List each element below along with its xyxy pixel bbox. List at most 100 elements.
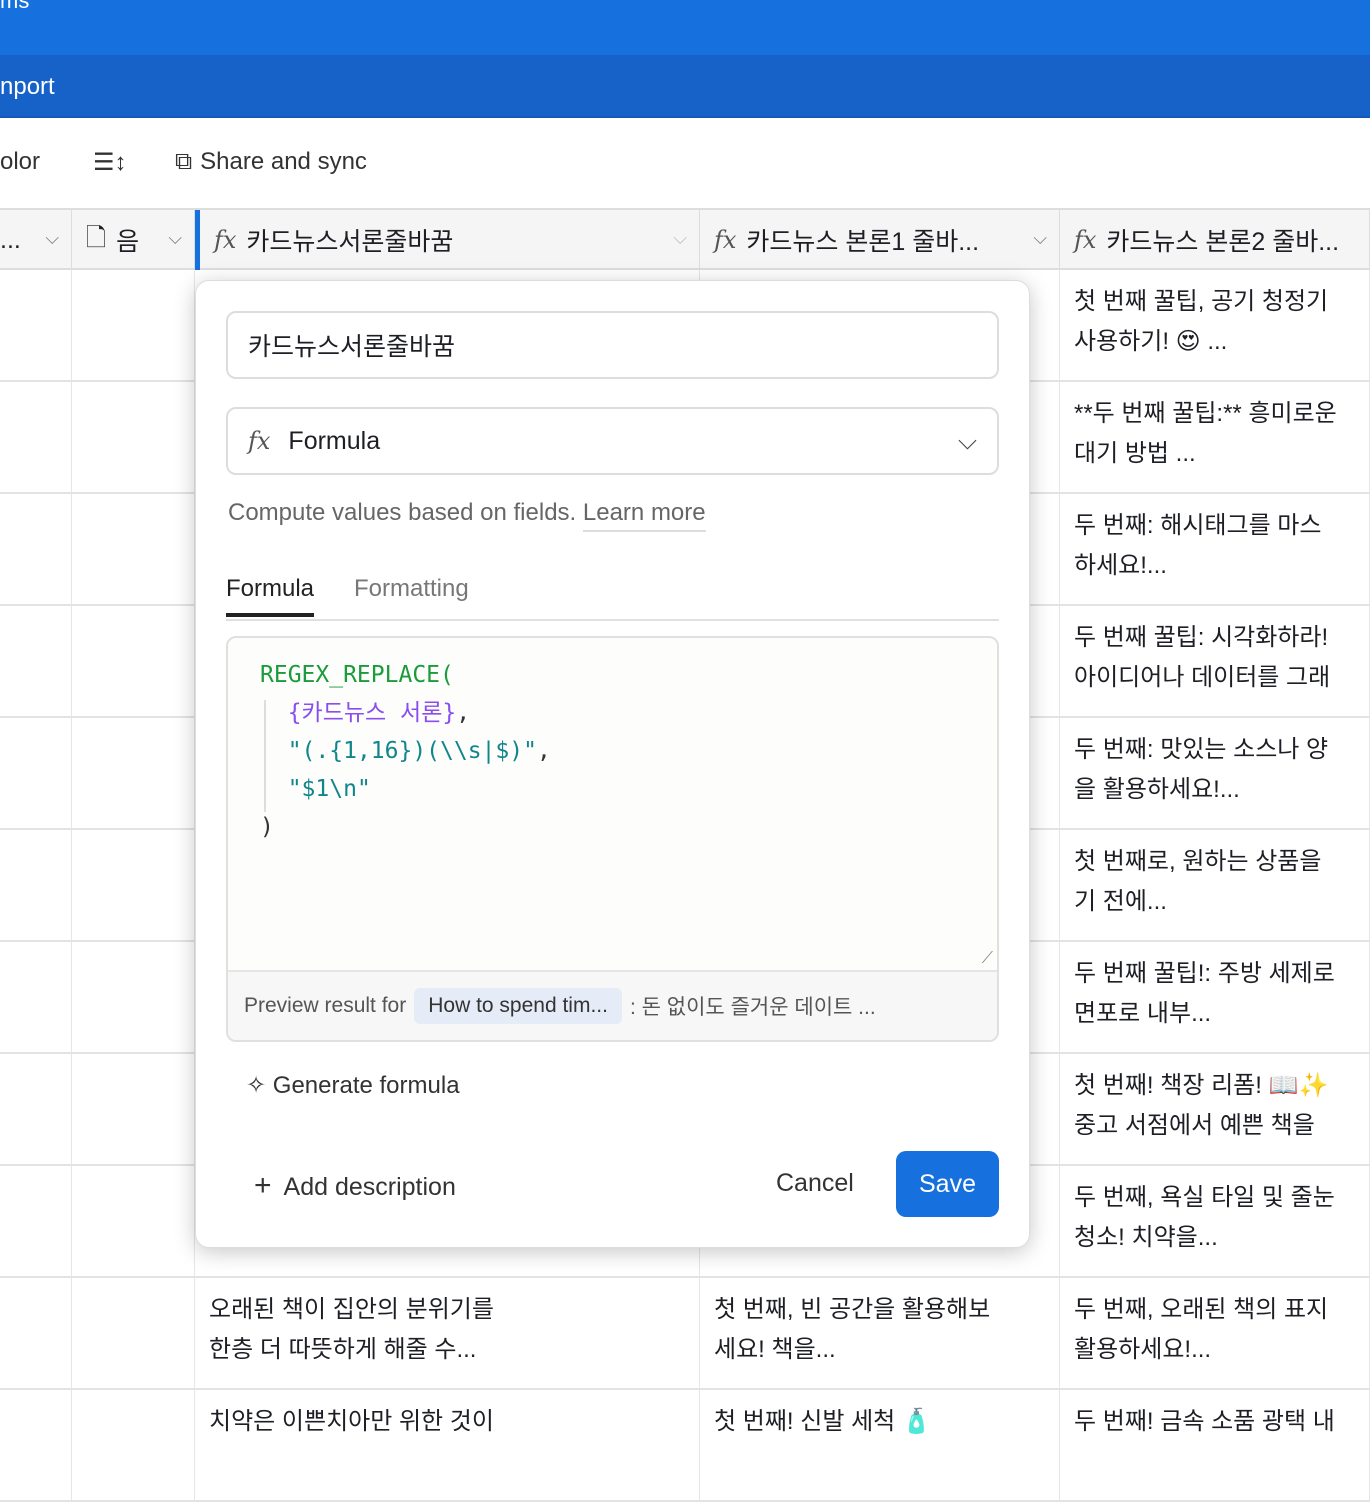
field-name-value: 카드뉴스서론줄바꿈 <box>248 333 456 361</box>
row-height-button[interactable]: ☰↕ <box>93 148 127 177</box>
column-header-1[interactable]: 🗋 음 ⌵ <box>72 210 195 270</box>
table-row[interactable]: 오래된 책이 집안의 분위기를 한층 더 따뜻하게 해줄 수... 첫 번째, 빈… <box>0 1278 1370 1390</box>
table-cell[interactable]: 두 번째: 해시태그를 마스 하세요!... <box>1060 494 1370 604</box>
row-height-icon: ☰↕ <box>93 149 127 176</box>
code-replacement: "$1\n" <box>287 776 371 802</box>
table-cell[interactable] <box>72 270 195 380</box>
table-cell[interactable]: 두 번째, 욕실 타일 및 줄눈 청소! 치약을... <box>1060 1166 1370 1276</box>
header-label: 카드뉴스 본론1 줄바... <box>746 228 980 256</box>
preview-value: : 돈 없이도 즐거운 데이트 ... <box>629 996 876 1019</box>
share-label: Share and sync <box>200 148 367 175</box>
chevron-down-icon[interactable]: ⌵ <box>168 228 182 249</box>
cancel-button[interactable]: Cancel <box>776 1169 854 1198</box>
table-cell[interactable]: 두 번째: 맛있는 소스나 양 을 활용하세요!... <box>1060 718 1370 828</box>
table-cell[interactable] <box>72 494 195 604</box>
table-row[interactable]: 치약은 이쁜치아만 위한 것이 첫 번째! 신발 세척 🧴 두 번째! 금속 소품 … <box>0 1390 1370 1502</box>
code-pattern: "(.{1,16})(\\s|$)" <box>287 738 537 764</box>
app-top-bar: ms <box>0 0 1370 55</box>
generate-label: Generate formula <box>272 1072 460 1099</box>
table-cell[interactable] <box>72 606 195 716</box>
table-cell[interactable]: 첫 번째! 책장 리폼! 📖✨ 중고 서점에서 예쁜 책을 <box>1060 1054 1370 1164</box>
top-bar-label: ms <box>0 0 30 13</box>
table-cell[interactable] <box>0 270 72 380</box>
table-cell[interactable] <box>72 1166 195 1276</box>
table-cell[interactable] <box>72 830 195 940</box>
preview-label: Preview result for <box>244 994 407 1017</box>
chevron-down-icon[interactable]: ⌵ <box>673 228 687 249</box>
table-cell[interactable] <box>72 1054 195 1164</box>
preview-record-chip[interactable]: How to spend tim... <box>414 988 622 1024</box>
table-cell[interactable] <box>72 1278 195 1388</box>
add-description-button[interactable]: + Add description <box>254 1169 456 1203</box>
color-button[interactable]: olor <box>0 148 40 176</box>
formula-code[interactable]: REGEX_REPLACE( {카드뉴스 서론}, "(.{1,16})(\\s… <box>260 656 551 846</box>
table-cell[interactable] <box>0 1278 72 1388</box>
table-cell[interactable] <box>0 1054 72 1164</box>
formula-icon: fx <box>214 226 237 254</box>
field-type-select[interactable]: fx Formula ⌵ <box>226 407 999 475</box>
table-cell[interactable]: 두 번째, 오래된 책의 표지 활용하세요!... <box>1060 1278 1370 1388</box>
field-config-popup: 카드뉴스서론줄바꿈 fx Formula ⌵ Compute values base… <box>195 280 1030 1248</box>
table-cell[interactable]: 두 번째 꿀팁!: 주방 세제로 면포로 내부... <box>1060 942 1370 1052</box>
formula-icon: fx <box>248 427 271 455</box>
table-cell[interactable] <box>0 1390 72 1500</box>
generate-formula-button[interactable]: ✧ Generate formula <box>246 1071 460 1100</box>
table-cell[interactable]: **두 번째 꿀팁:** 흥미로운 대기 방법 ... <box>1060 382 1370 492</box>
code-comma: , <box>456 700 471 726</box>
help-text: Compute values based on fields. Learn mo… <box>228 499 706 532</box>
color-label: olor <box>0 148 41 175</box>
code-function: REGEX_REPLACE( <box>260 662 454 688</box>
nav-import[interactable]: nport <box>0 73 55 101</box>
table-cell[interactable]: 첫 번째! 신발 세척 🧴 <box>700 1390 1060 1500</box>
table-cell[interactable]: 두 번째 꿀팁: 시각화하라! 아이디어나 데이터를 그래 <box>1060 606 1370 716</box>
formula-icon: fx <box>1074 226 1097 254</box>
popup-footer: + Add description Cancel Save <box>196 1151 1029 1221</box>
chevron-down-icon: ⌵ <box>958 426 977 455</box>
chevron-down-icon[interactable]: ⌵ <box>1033 228 1047 249</box>
header-label: 음 <box>116 228 140 256</box>
column-header-2[interactable]: fx 카드뉴스서론줄바꿈 ⌵ <box>195 210 700 270</box>
table-cell[interactable] <box>0 1166 72 1276</box>
table-cell[interactable]: 두 번째! 금속 소품 광택 내 <box>1060 1390 1370 1500</box>
table-cell[interactable]: 오래된 책이 집안의 분위기를 한층 더 따뜻하게 해줄 수... <box>195 1278 700 1388</box>
column-header-0[interactable]: ... ⌵ <box>0 210 72 270</box>
add-description-label: Add description <box>283 1173 456 1201</box>
table-cell[interactable] <box>0 494 72 604</box>
header-label: ... <box>0 225 21 254</box>
table-cell[interactable]: 첫 번째, 빈 공간을 활용해보 세요! 책을... <box>700 1278 1060 1388</box>
tab-formatting[interactable]: Formatting <box>354 575 469 613</box>
config-tabs: Formula Formatting <box>226 575 999 621</box>
column-header-4[interactable]: fx 카드뉴스 본론2 줄바... <box>1060 210 1370 270</box>
table-cell[interactable] <box>0 942 72 1052</box>
table-cell[interactable] <box>0 382 72 492</box>
table-cell[interactable] <box>72 1390 195 1500</box>
header-label: 카드뉴스 본론2 줄바... <box>1106 228 1340 256</box>
tab-formula[interactable]: Formula <box>226 575 315 617</box>
table-cell[interactable] <box>0 718 72 828</box>
field-name-input[interactable]: 카드뉴스서론줄바꿈 <box>226 311 999 379</box>
share-sync-button[interactable]: ⧉ Share and sync <box>175 148 367 176</box>
table-cell[interactable] <box>72 942 195 1052</box>
formula-editor[interactable]: REGEX_REPLACE( {카드뉴스 서론}, "(.{1,16})(\\s… <box>226 636 999 1042</box>
code-comma: , <box>536 738 551 764</box>
table-cell[interactable] <box>72 718 195 828</box>
table-cell[interactable]: 첫 번째로, 원하는 상품을 기 전에... <box>1060 830 1370 940</box>
table-cell[interactable] <box>72 382 195 492</box>
chevron-down-icon[interactable]: ⌵ <box>45 228 59 249</box>
preview-bar: Preview result for How to spend tim... : 돈… <box>228 970 997 1040</box>
view-toolbar: olor ☰↕ ⧉ Share and sync <box>0 118 1370 208</box>
code-field: {카드뉴스 서론} <box>287 700 457 726</box>
save-button[interactable]: Save <box>896 1151 999 1217</box>
plus-icon: + <box>254 1169 272 1202</box>
formula-icon: fx <box>714 226 737 254</box>
learn-more-link[interactable]: Learn more <box>582 499 706 532</box>
table-cell[interactable] <box>0 606 72 716</box>
table-cell[interactable]: 치약은 이쁜치아만 위한 것이 <box>195 1390 700 1500</box>
resize-handle-icon[interactable]: ⟋ <box>982 950 993 968</box>
table-cell[interactable]: 첫 번째 꿀팁, 공기 청정기 사용하기! 😍 ... <box>1060 270 1370 380</box>
external-link-icon: ⧉ <box>175 148 193 175</box>
table-cell[interactable] <box>0 830 72 940</box>
help-text-label: Compute values based on fields. <box>228 499 577 526</box>
column-header-3[interactable]: fx 카드뉴스 본론1 줄바... ⌵ <box>700 210 1060 270</box>
grid-header: ... ⌵ 🗋 음 ⌵ fx 카드뉴스서론줄바꿈 ⌵ fx 카드뉴스 본론1 줄바... ⌵ … <box>0 208 1370 270</box>
